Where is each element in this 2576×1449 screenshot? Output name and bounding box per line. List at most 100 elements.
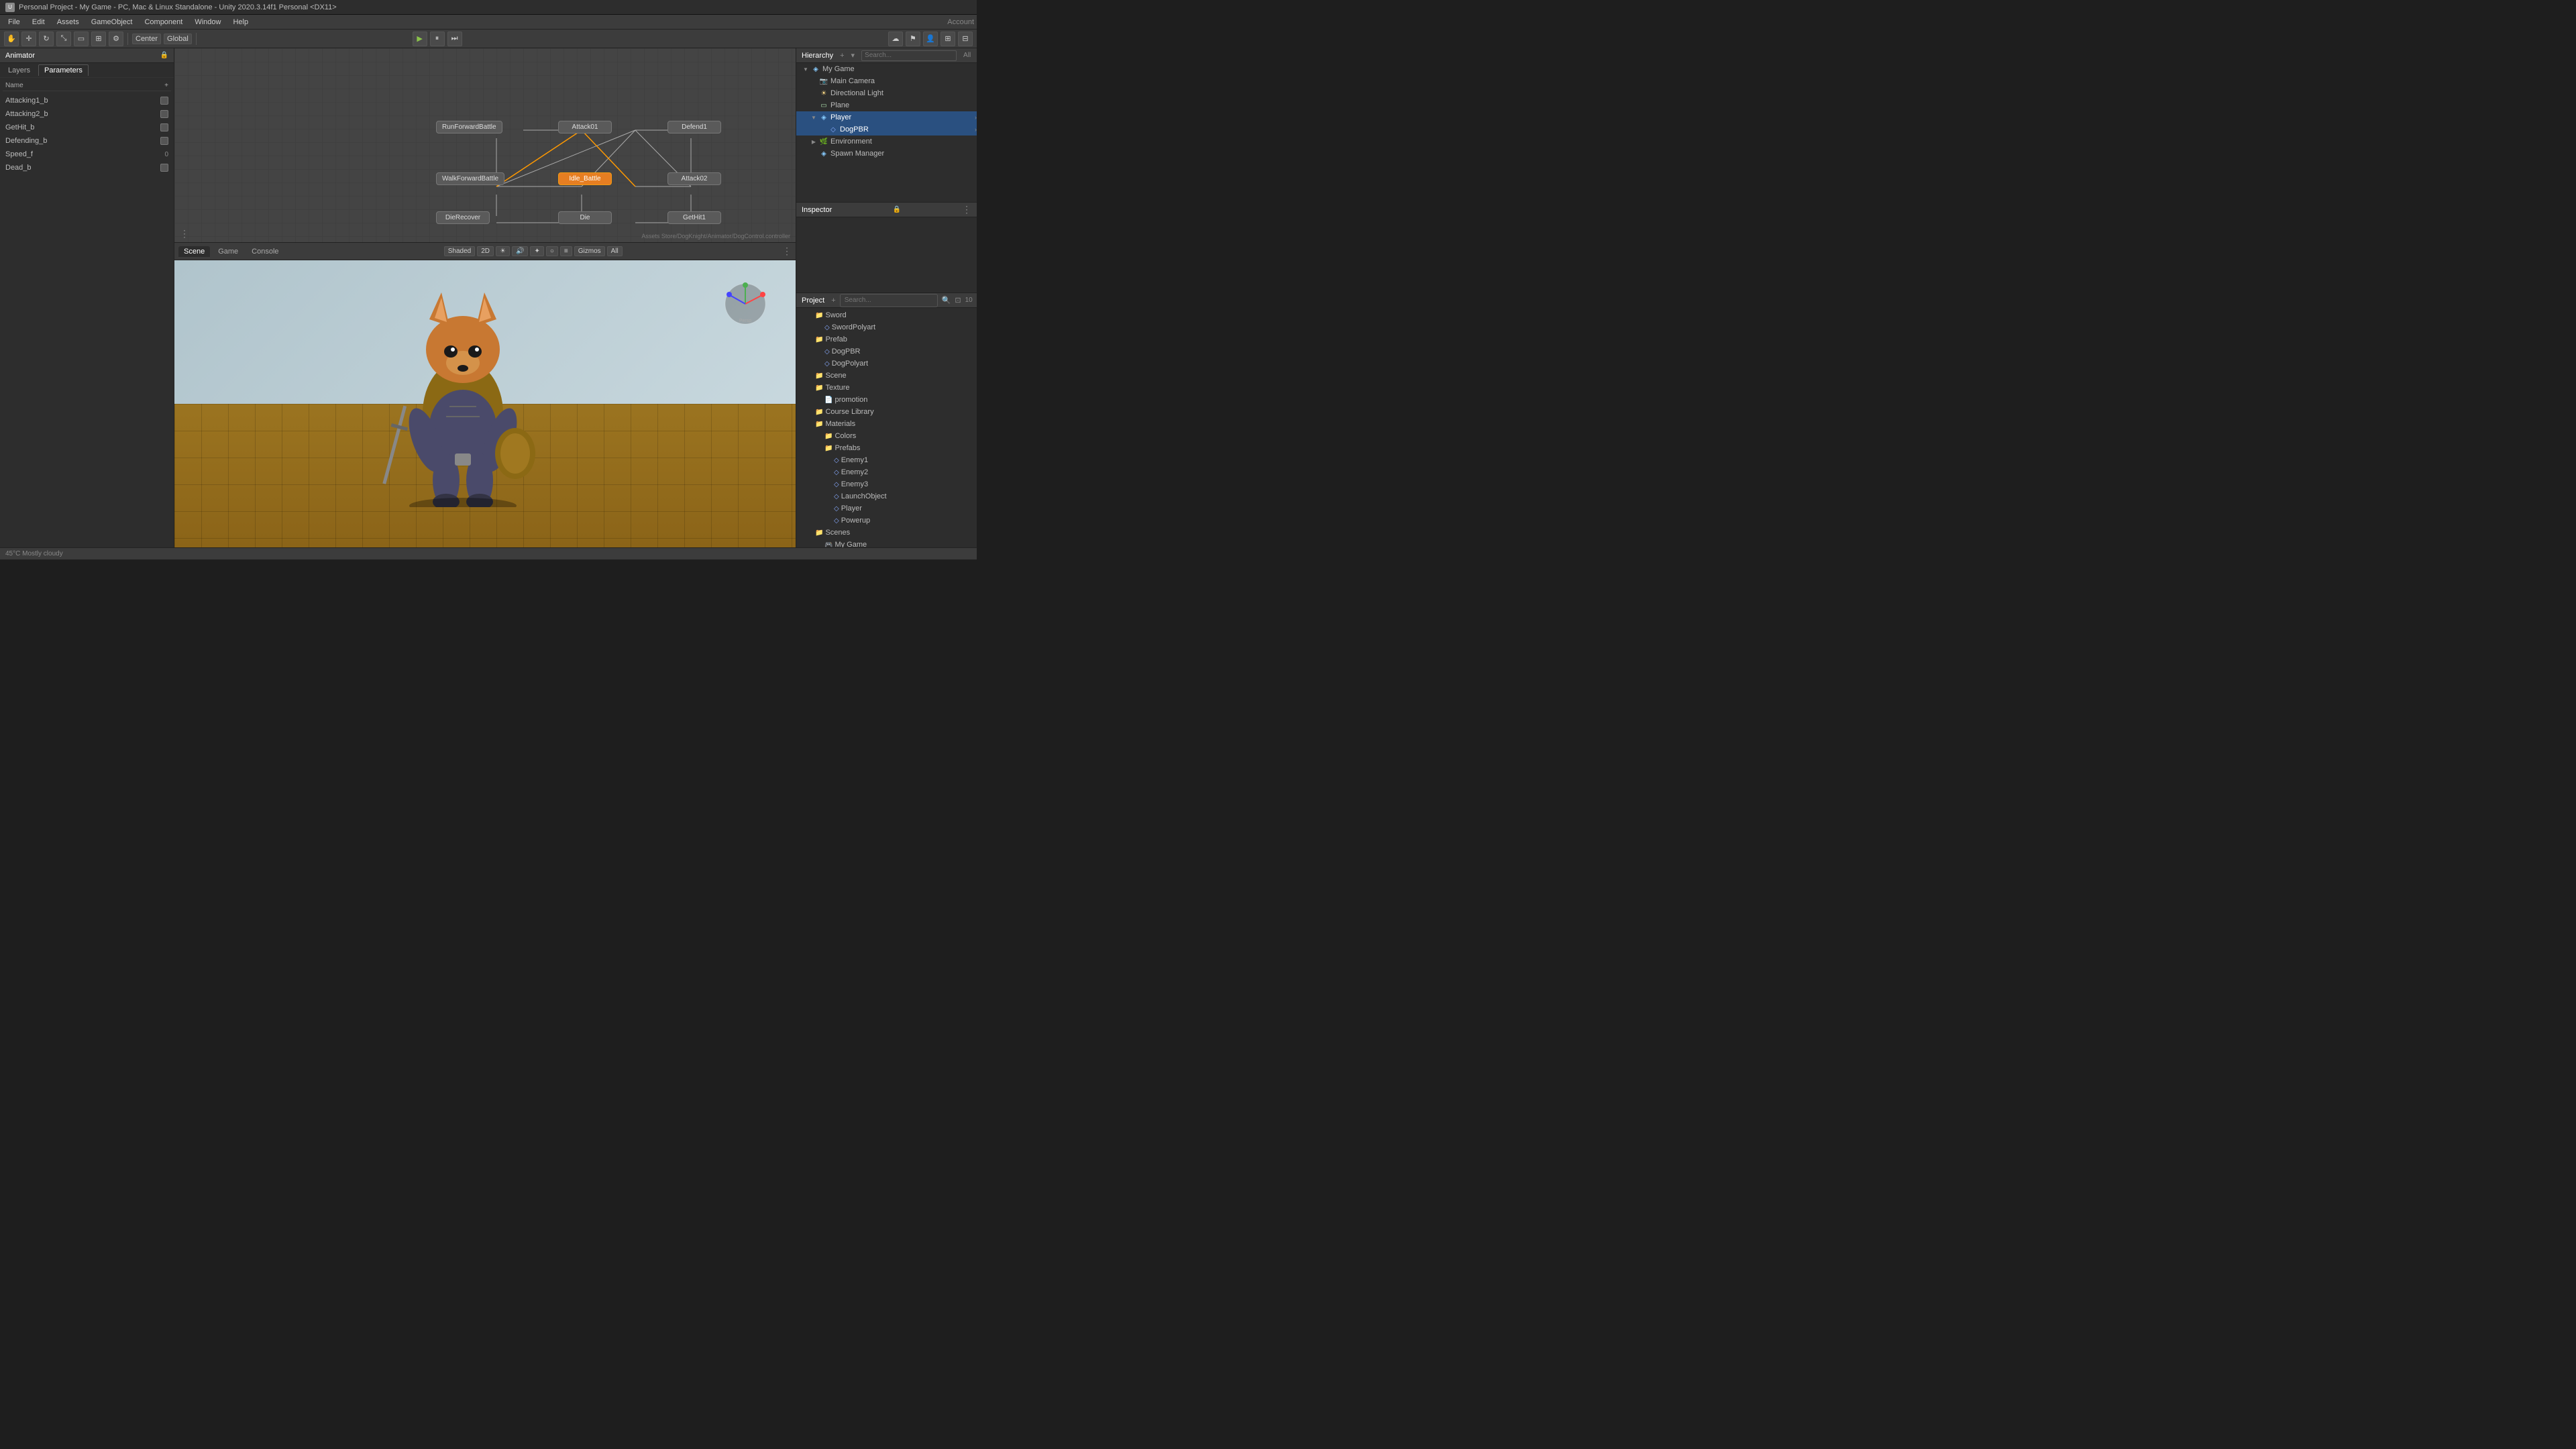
search-icon[interactable]: 🔍 bbox=[942, 296, 951, 305]
scale-tool[interactable]: ⤡ bbox=[56, 32, 71, 46]
tab-layers[interactable]: Layers bbox=[3, 65, 36, 76]
node-attack01[interactable]: Attack01 bbox=[558, 121, 612, 133]
project-item-colors[interactable]: 📁 Colors bbox=[796, 430, 977, 442]
hide-btn[interactable]: ○ bbox=[546, 246, 558, 256]
hierarchy-menu-btn[interactable]: ⋮ bbox=[975, 50, 977, 61]
global-label[interactable]: Global bbox=[167, 35, 189, 43]
project-search-input[interactable] bbox=[840, 294, 938, 307]
param-attacking2-checkbox[interactable] bbox=[160, 110, 168, 118]
hierarchy-item-spawn-manager[interactable]: ◈ Spawn Manager bbox=[796, 148, 977, 160]
effects-btn[interactable]: ✦ bbox=[530, 246, 543, 256]
project-add-btn[interactable]: + bbox=[831, 297, 835, 305]
hierarchy-item-plane[interactable]: ▭ Plane bbox=[796, 99, 977, 111]
project-item-texture[interactable]: 📁 Texture bbox=[796, 382, 977, 394]
menu-file[interactable]: File bbox=[3, 17, 25, 28]
project-item-launch-object[interactable]: ◇ LaunchObject bbox=[796, 490, 977, 502]
node-walk-forward[interactable]: WalkForwardBattle bbox=[436, 172, 504, 185]
rotate-tool[interactable]: ↻ bbox=[39, 32, 54, 46]
all-btn[interactable]: All bbox=[607, 246, 623, 256]
inspector-menu-btn[interactable]: ⋮ bbox=[962, 204, 971, 215]
project-item-promotion[interactable]: 📄 promotion bbox=[796, 394, 977, 406]
tab-game[interactable]: Game bbox=[213, 246, 244, 257]
project-item-scenes[interactable]: 📁 Scenes bbox=[796, 527, 977, 539]
step-button[interactable]: ⏭ bbox=[447, 32, 462, 46]
project-item-enemy2[interactable]: ◇ Enemy2 bbox=[796, 466, 977, 478]
node-die[interactable]: Die bbox=[558, 211, 612, 224]
project-item-dogpbr-prefab[interactable]: ◇ DogPBR bbox=[796, 345, 977, 358]
inspector-lock-icon[interactable]: 🔒 bbox=[893, 206, 901, 213]
layers-icon[interactable]: ⊞ bbox=[941, 32, 955, 46]
lighting-btn[interactable]: ☀ bbox=[496, 246, 510, 256]
project-item-sword-polyart[interactable]: ◇ SwordPolyart bbox=[796, 321, 977, 333]
rect-tool[interactable]: ▭ bbox=[74, 32, 89, 46]
menu-component[interactable]: Component bbox=[139, 17, 188, 28]
layout-icon[interactable]: ⊟ bbox=[958, 32, 973, 46]
hierarchy-item-main-camera[interactable]: 📷 Main Camera bbox=[796, 75, 977, 87]
node-defend1[interactable]: Defend1 bbox=[667, 121, 721, 133]
param-speed-value[interactable]: 0 bbox=[164, 151, 168, 158]
param-defending-checkbox[interactable] bbox=[160, 137, 168, 145]
node-idle-battle[interactable]: Idle_Battle bbox=[558, 172, 612, 185]
node-die-recover[interactable]: DieRecover bbox=[436, 211, 490, 224]
center-label[interactable]: Center bbox=[136, 35, 158, 43]
collab-icon[interactable]: ☁ bbox=[888, 32, 903, 46]
project-item-scene-folder[interactable]: 📁 Scene bbox=[796, 370, 977, 382]
2d-toggle[interactable]: 2D bbox=[477, 246, 494, 256]
tab-scene[interactable]: Scene bbox=[178, 246, 210, 257]
hand-tool[interactable]: ✋ bbox=[4, 32, 19, 46]
project-item-powerup[interactable]: ◇ Powerup bbox=[796, 515, 977, 527]
shading-dropdown[interactable]: Shaded bbox=[444, 246, 475, 256]
scene-canvas[interactable]: Persp bbox=[174, 260, 796, 547]
project-item-prefabs[interactable]: 📁 Prefabs bbox=[796, 442, 977, 454]
audio-btn[interactable]: 🔊 bbox=[512, 246, 528, 256]
move-tool[interactable]: ✛ bbox=[21, 32, 36, 46]
menu-gameobject[interactable]: GameObject bbox=[86, 17, 138, 28]
param-add-btn[interactable]: + bbox=[164, 82, 168, 89]
account-label[interactable]: Account bbox=[947, 18, 974, 26]
animator-lock-icon[interactable]: 🔒 bbox=[160, 52, 168, 59]
param-dead-checkbox[interactable] bbox=[160, 164, 168, 172]
project-item-prefab[interactable]: 📁 Prefab bbox=[796, 333, 977, 345]
custom-tool[interactable]: ⚙ bbox=[109, 32, 123, 46]
menu-edit[interactable]: Edit bbox=[27, 17, 50, 28]
hierarchy-options-btn[interactable]: ▾ bbox=[851, 51, 855, 60]
project-item-dogpolyart[interactable]: ◇ DogPolyart bbox=[796, 358, 977, 370]
hierarchy-item-directional-light[interactable]: ☀ Directional Light bbox=[796, 87, 977, 99]
play-button[interactable]: ▶ bbox=[413, 32, 427, 46]
hierarchy-item-dogpbr[interactable]: ◇ DogPBR › bbox=[796, 123, 977, 136]
gizmos-btn[interactable]: Gizmos bbox=[574, 246, 605, 256]
project-item-materials[interactable]: 📁 Materials bbox=[796, 418, 977, 430]
menu-window[interactable]: Window bbox=[189, 17, 226, 28]
account-icon[interactable]: 👤 bbox=[923, 32, 938, 46]
tab-parameters[interactable]: Parameters bbox=[38, 64, 89, 76]
pause-button[interactable]: ⏸ bbox=[430, 32, 445, 46]
services-icon[interactable]: ⚑ bbox=[906, 32, 920, 46]
scene-options-btn[interactable]: ⋮ bbox=[782, 246, 792, 257]
project-item-my-game-scene[interactable]: 🎮 My Game bbox=[796, 539, 977, 547]
param-attacking1-checkbox[interactable] bbox=[160, 97, 168, 105]
hierarchy-search-input[interactable] bbox=[861, 50, 957, 61]
node-attack02[interactable]: Attack02 bbox=[667, 172, 721, 185]
node-get-hit1[interactable]: GetHit1 bbox=[667, 211, 721, 224]
tab-console[interactable]: Console bbox=[246, 246, 284, 257]
menu-help[interactable]: Help bbox=[227, 17, 254, 28]
dogpbr-prefab-icon: ◇ bbox=[824, 348, 830, 356]
project-item-sword[interactable]: 📁 Sword bbox=[796, 309, 977, 321]
graph-options-btn[interactable]: ⋮ bbox=[180, 228, 189, 239]
hierarchy-item-my-game[interactable]: ▼ ◈ My Game bbox=[796, 63, 977, 75]
hierarchy-add-btn[interactable]: + bbox=[840, 52, 844, 60]
animator-graph[interactable]: Base Layer Auto Live Link ⋮ bbox=[174, 48, 796, 243]
project-item-player-prefab[interactable]: ◇ Player bbox=[796, 502, 977, 515]
hierarchy-item-environment[interactable]: ▶ 🌿 Environment bbox=[796, 136, 977, 148]
project-item-enemy1[interactable]: ◇ Enemy1 bbox=[796, 454, 977, 466]
project-item-enemy3[interactable]: ◇ Enemy3 bbox=[796, 478, 977, 490]
project-item-course-library[interactable]: 📁 Course Library bbox=[796, 406, 977, 418]
transform-tool[interactable]: ⊞ bbox=[91, 32, 106, 46]
stats-btn[interactable]: ≡ bbox=[560, 246, 572, 256]
project-filter-icon[interactable]: ⊡ bbox=[955, 296, 961, 305]
param-gethit-checkbox[interactable] bbox=[160, 123, 168, 131]
hierarchy-item-player[interactable]: ▼ ◈ Player › bbox=[796, 111, 977, 123]
hierarchy-all-label[interactable]: All bbox=[963, 52, 971, 59]
node-run-forward[interactable]: RunForwardBattle bbox=[436, 121, 502, 133]
menu-assets[interactable]: Assets bbox=[52, 17, 85, 28]
